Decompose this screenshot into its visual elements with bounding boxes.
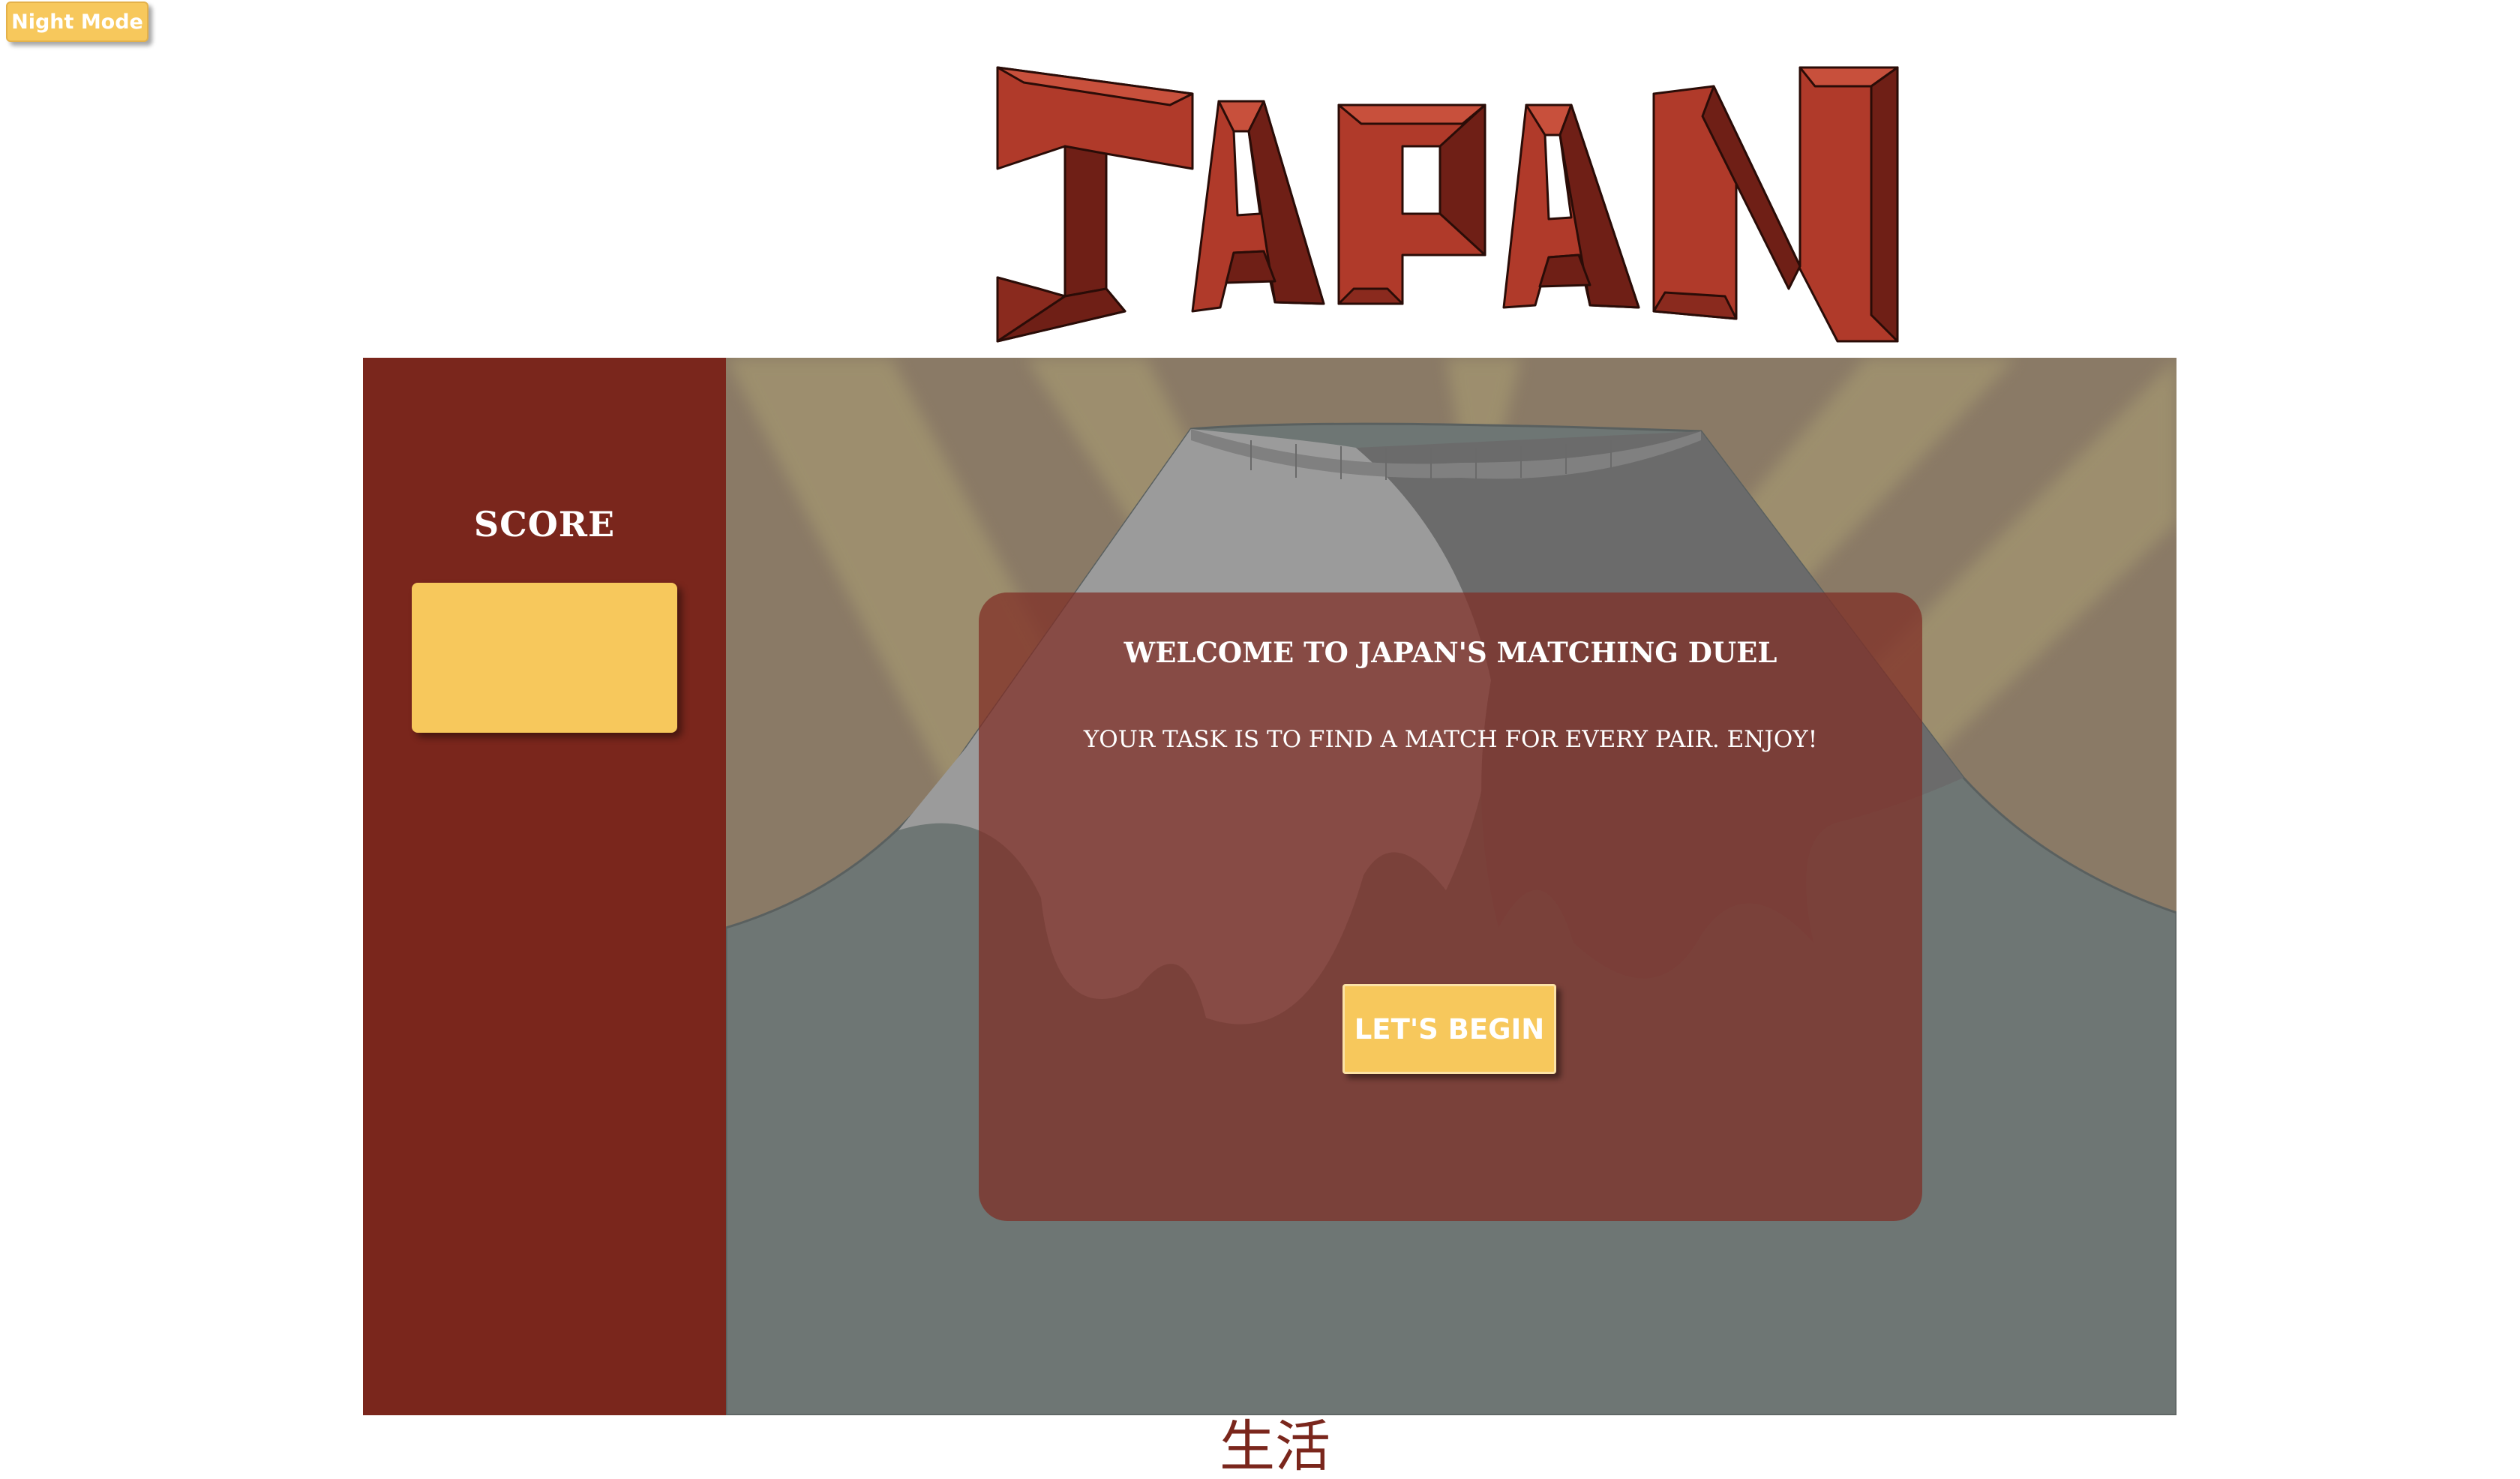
- lets-begin-button[interactable]: LET'S BEGIN: [1342, 984, 1556, 1074]
- score-panel: SCORE: [363, 358, 726, 1415]
- logo-letter-a1: [1191, 100, 1325, 313]
- logo-letter-a2: [1502, 104, 1640, 309]
- logo-letter-n: [1652, 66, 1899, 343]
- night-mode-button[interactable]: Night Mode: [6, 2, 148, 42]
- welcome-title: WELCOME TO JAPAN'S MATCHING DUEL: [1124, 636, 1778, 669]
- score-label: SCORE: [473, 504, 616, 544]
- japan-logo: [994, 64, 1901, 345]
- welcome-dialog: WELCOME TO JAPAN'S MATCHING DUEL YOUR TA…: [979, 592, 1922, 1221]
- footer-kanji: 生活: [1220, 1414, 1330, 1479]
- page-root: Night Mode SCORE WELCOME TO JAPAN'S MATC…: [0, 0, 2520, 1479]
- logo-letter-p: [1337, 104, 1486, 305]
- logo-letter-j: [996, 66, 1194, 343]
- score-display: [412, 583, 677, 733]
- welcome-subtitle: YOUR TASK IS TO FIND A MATCH FOR EVERY P…: [1083, 726, 1818, 753]
